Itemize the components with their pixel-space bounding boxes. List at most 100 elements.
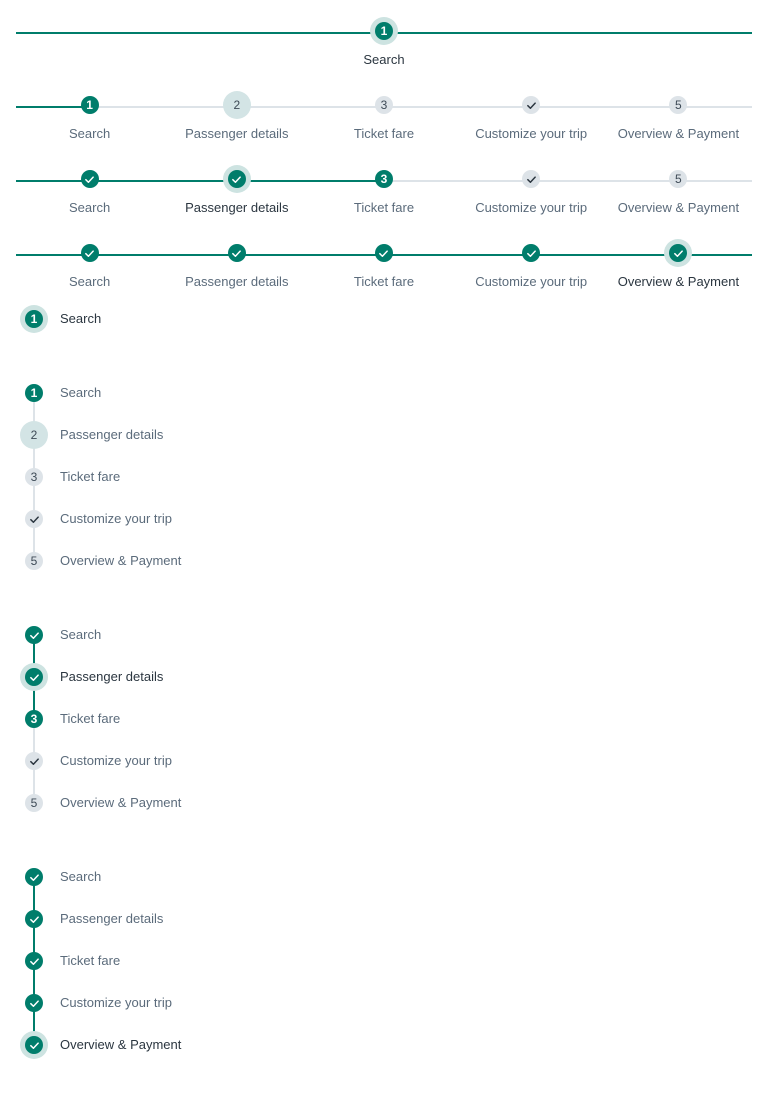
step-label: Passenger details <box>60 669 164 684</box>
step-label: Ticket fare <box>353 274 415 289</box>
step-overview-payment[interactable]: 5 Overview & Payment <box>20 547 320 575</box>
step-label: Customize your trip <box>60 511 172 526</box>
step-label: Search <box>60 311 102 326</box>
step-label: Customize your trip <box>475 126 588 141</box>
step-customize-trip[interactable]: Customize your trip <box>458 158 605 215</box>
step-search[interactable]: 1 Search <box>16 84 163 141</box>
step-label: Overview & Payment <box>60 795 182 810</box>
step-label: Passenger details <box>185 274 289 289</box>
check-icon <box>227 244 246 262</box>
step-label: Search <box>60 869 102 884</box>
step-ticket-fare[interactable]: Ticket fare <box>20 947 320 975</box>
step-passenger-details[interactable]: 2 Passenger details <box>20 421 320 449</box>
step-search[interactable]: Search <box>20 621 320 649</box>
step-overview-payment[interactable]: 5 Overview & Payment <box>20 789 320 817</box>
step-number-badge: 1 <box>25 310 43 328</box>
check-icon <box>25 752 43 770</box>
step-number-badge: 1 <box>374 22 393 40</box>
step-ticket-fare[interactable]: Ticket fare <box>310 232 457 289</box>
step-passenger-details[interactable]: Passenger details <box>20 663 320 691</box>
step-passenger-details[interactable]: Passenger details <box>163 158 310 215</box>
step-number-badge: 1 <box>80 96 99 114</box>
horizontal-stepper-complete: Search Passenger details Ticket fare Cus… <box>16 232 752 289</box>
step-label: Search <box>363 52 405 67</box>
step-overview-payment[interactable]: 5 Overview & Payment <box>605 84 752 141</box>
check-icon <box>80 244 99 262</box>
step-label: Overview & Payment <box>617 126 740 141</box>
step-search[interactable]: 1 Search <box>20 379 320 407</box>
check-icon <box>25 868 43 886</box>
step-label: Customize your trip <box>475 274 588 289</box>
horizontal-stepper-step-3: Search Passenger details 3 Ticket fare C… <box>16 158 752 215</box>
step-label: Ticket fare <box>353 200 415 215</box>
step-number-badge: 5 <box>669 170 688 188</box>
check-icon <box>669 244 688 262</box>
vertical-stepper-step-3: Search Passenger details 3 Ticket fare C… <box>20 621 320 817</box>
step-label: Overview & Payment <box>60 553 182 568</box>
check-icon <box>374 244 393 262</box>
check-icon <box>25 510 43 528</box>
step-label: Customize your trip <box>60 995 172 1010</box>
step-passenger-details[interactable]: 2 Passenger details <box>163 84 310 141</box>
step-label: Search <box>68 274 111 289</box>
step-label: Passenger details <box>60 427 164 442</box>
step-passenger-details[interactable]: Passenger details <box>20 905 320 933</box>
step-label: Overview & Payment <box>617 200 740 215</box>
vertical-stepper-single: 1 Search <box>20 305 320 333</box>
step-number-badge: 3 <box>374 96 393 114</box>
step-number-badge: 5 <box>25 794 43 812</box>
horizontal-stepper-step-2: 1 Search 2 Passenger details 3 Ticket fa… <box>16 84 752 141</box>
step-number-badge: 5 <box>669 96 688 114</box>
check-icon <box>25 1036 43 1054</box>
step-label: Ticket fare <box>60 953 121 968</box>
step-search[interactable]: 1 Search <box>20 305 320 333</box>
step-ticket-fare[interactable]: 3 Ticket fare <box>20 705 320 733</box>
step-search[interactable]: Search <box>20 863 320 891</box>
check-icon <box>25 952 43 970</box>
step-ticket-fare[interactable]: 3 Ticket fare <box>310 158 457 215</box>
check-icon <box>25 626 43 644</box>
step-label: Search <box>68 126 111 141</box>
check-icon <box>522 96 541 114</box>
step-customize-trip[interactable]: Customize your trip <box>458 84 605 141</box>
step-label: Ticket fare <box>60 711 121 726</box>
step-number-badge: 2 <box>227 96 246 114</box>
step-number-badge: 1 <box>25 384 43 402</box>
step-customize-trip[interactable]: Customize your trip <box>458 232 605 289</box>
check-icon <box>522 170 541 188</box>
step-search[interactable]: 1 Search <box>310 10 457 67</box>
step-label: Customize your trip <box>60 753 172 768</box>
step-ticket-fare[interactable]: 3 Ticket fare <box>20 463 320 491</box>
horizontal-stepper-single: 1 Search <box>16 10 752 67</box>
check-icon <box>25 668 43 686</box>
check-icon <box>80 170 99 188</box>
step-label: Ticket fare <box>353 126 415 141</box>
step-overview-payment[interactable]: Overview & Payment <box>605 232 752 289</box>
step-label: Passenger details <box>60 911 164 926</box>
step-ticket-fare[interactable]: 3 Ticket fare <box>310 84 457 141</box>
step-label: Overview & Payment <box>60 1037 182 1052</box>
step-label: Overview & Payment <box>617 274 740 289</box>
step-label: Search <box>60 385 102 400</box>
step-customize-trip[interactable]: Customize your trip <box>20 505 320 533</box>
vertical-stepper-complete: Search Passenger details Ticket fare Cus… <box>20 863 320 1059</box>
step-overview-payment[interactable]: 5 Overview & Payment <box>605 158 752 215</box>
step-number-badge: 2 <box>25 426 43 444</box>
check-icon <box>25 910 43 928</box>
step-number-badge: 3 <box>25 468 43 486</box>
step-number-badge: 5 <box>25 552 43 570</box>
step-label: Customize your trip <box>475 200 588 215</box>
step-passenger-details[interactable]: Passenger details <box>163 232 310 289</box>
step-customize-trip[interactable]: Customize your trip <box>20 747 320 775</box>
check-icon <box>25 994 43 1012</box>
step-label: Search <box>68 200 111 215</box>
step-search[interactable]: Search <box>16 232 163 289</box>
check-icon <box>227 170 246 188</box>
step-label: Ticket fare <box>60 469 121 484</box>
step-overview-payment[interactable]: Overview & Payment <box>20 1031 320 1059</box>
step-search[interactable]: Search <box>16 158 163 215</box>
check-icon <box>522 244 541 262</box>
step-customize-trip[interactable]: Customize your trip <box>20 989 320 1017</box>
step-label: Passenger details <box>185 126 289 141</box>
step-label: Search <box>60 627 102 642</box>
